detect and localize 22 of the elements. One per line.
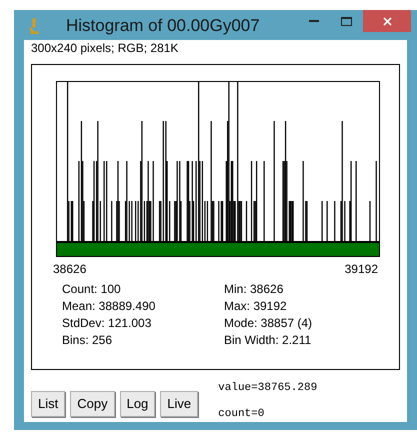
stat-text: Mode: 38857 (4) — [224, 316, 314, 331]
minimize-icon — [309, 20, 319, 22]
maximize-icon — [340, 16, 352, 26]
stat-text: StdDev: 121.003 — [62, 316, 152, 331]
stat-text: Mean: 38889.490 — [62, 299, 156, 314]
x-min-label: 38626 — [53, 262, 86, 276]
stat-text: Bin Width: 2.211 — [224, 333, 312, 348]
count-readout: count=0 — [218, 408, 266, 420]
stat-text: Bins: 256 — [62, 333, 114, 348]
x-max-label: 39192 — [344, 262, 378, 276]
value-readout: value=38765.289 — [218, 382, 318, 394]
stat-text: Count: 100 — [62, 282, 122, 297]
stat-text: Min: 38626 — [224, 282, 284, 297]
toolbar-button[interactable]: Copy — [70, 391, 115, 417]
image-info: 300x240 pixels; RGB; 281K — [31, 41, 180, 55]
toolbar-button[interactable]: Live — [160, 391, 198, 417]
window-title: Histogram of 00.00Gy007 — [66, 16, 260, 36]
close-button[interactable] — [363, 10, 411, 32]
toolbar-button[interactable]: List — [31, 391, 66, 417]
toolbar-button[interactable]: Log — [120, 391, 156, 417]
close-icon — [382, 16, 392, 26]
stat-text: Max: 39192 — [224, 299, 288, 314]
